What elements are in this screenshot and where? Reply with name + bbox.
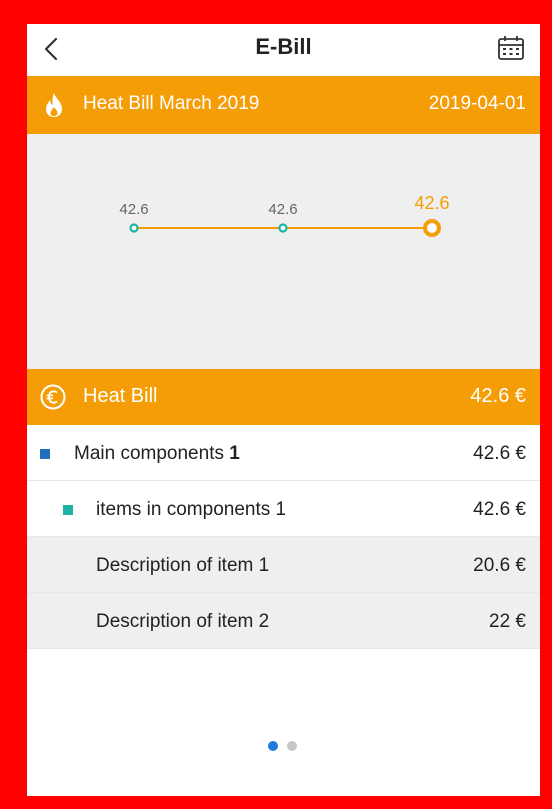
- component-items-row[interactable]: items in components 1 42.6 €: [27, 481, 540, 537]
- data-label: 42.6: [268, 201, 297, 218]
- heat-bill-title: Heat Bill: [83, 385, 158, 407]
- page-indicator-inactive[interactable]: [287, 741, 297, 751]
- main-component-label: Main components 1: [74, 443, 240, 465]
- bottom-area: [27, 649, 540, 796]
- item-row-1: Description of item 1 20.6 €: [27, 537, 540, 593]
- component-items-label: items in components 1: [96, 499, 287, 520]
- calendar-icon[interactable]: [496, 33, 526, 63]
- data-point[interactable]: [278, 223, 288, 233]
- outer-frame: E-Bill Heat Bill March 2019 2019-04-01 4…: [0, 0, 552, 809]
- item-2-label: Description of item 2: [96, 611, 270, 632]
- heat-bill-total: 42.6 €: [470, 385, 526, 407]
- item-1-label: Description of item 1: [96, 555, 270, 576]
- flame-icon: [46, 93, 62, 117]
- top-bar: E-Bill: [27, 24, 540, 76]
- data-point-selected[interactable]: [423, 219, 441, 237]
- page-title-wrap: E-Bill: [27, 34, 540, 60]
- main-component-value: 42.6 €: [473, 443, 526, 464]
- page-indicator-active[interactable]: [268, 741, 278, 751]
- consumption-chart: 42.6 42.6 42.6: [27, 134, 540, 369]
- main-component-label-text: Main components: [74, 443, 230, 464]
- component-bullet: [40, 449, 50, 459]
- data-label: 42.6: [119, 201, 148, 218]
- item-1-value: 20.6 €: [473, 555, 526, 576]
- main-component-label-number: 1: [229, 443, 240, 464]
- page-title: E-Bill: [255, 34, 312, 59]
- bill-selector-bar[interactable]: Heat Bill March 2019 2019-04-01: [27, 76, 540, 134]
- item-2-value: 22 €: [489, 611, 526, 632]
- back-arrow-icon[interactable]: [37, 34, 67, 64]
- item-row-2: Description of item 2 22 €: [27, 593, 540, 649]
- data-point[interactable]: [129, 223, 139, 233]
- data-label: 42.6: [414, 193, 449, 213]
- bill-title: Heat Bill March 2019: [83, 93, 260, 114]
- app-screen: E-Bill Heat Bill March 2019 2019-04-01 4…: [27, 24, 540, 796]
- heat-bill-header: Heat Bill 42.6 €: [27, 369, 540, 425]
- items-bullet: [63, 505, 73, 515]
- main-component-row[interactable]: Main components 1 42.6 €: [27, 425, 540, 481]
- component-items-value: 42.6 €: [473, 499, 526, 520]
- chart-svg: 42.6 42.6 42.6: [119, 193, 450, 237]
- bill-date: 2019-04-01: [428, 93, 526, 114]
- euro-circle-icon: [40, 384, 66, 410]
